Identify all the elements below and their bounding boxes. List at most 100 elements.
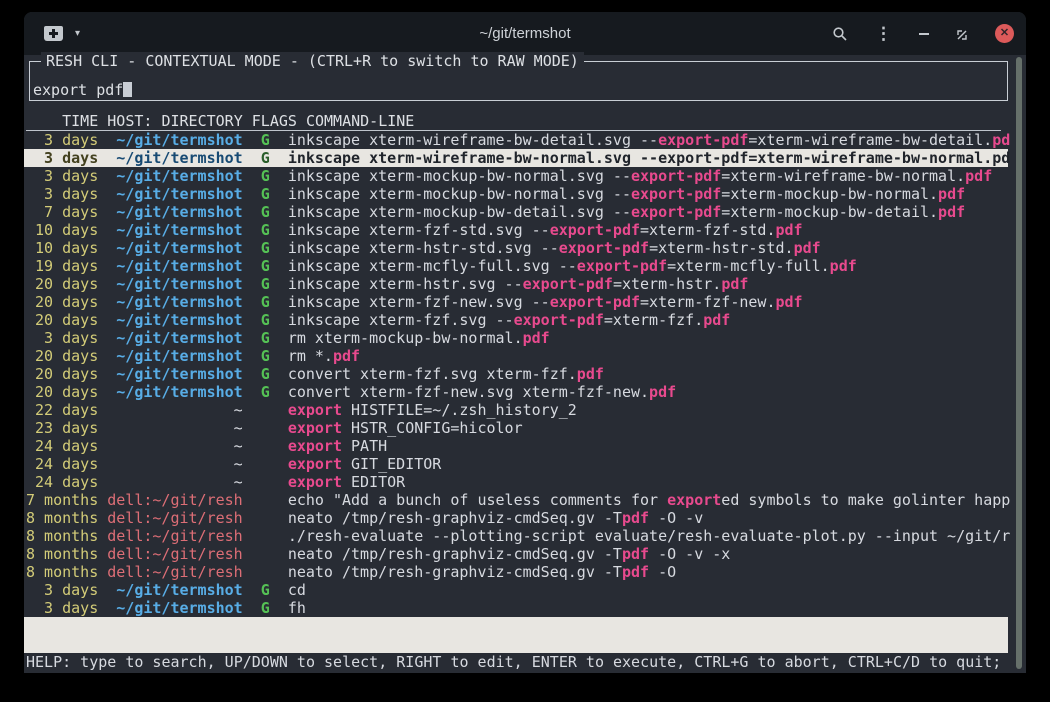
history-row[interactable]: 3 days~/git/termshotGinkscape xterm-mock… xyxy=(24,167,1008,185)
row-command: neato /tmp/resh-graphviz-cmdSeq.gv -Tpdf… xyxy=(288,545,731,563)
history-row-selected[interactable]: 3 days ~/git/termshot Ginkscape xterm-wire… xyxy=(24,149,1008,167)
row-time: 8 months xyxy=(26,545,98,563)
row-directory: ~/git/termshot xyxy=(107,311,242,329)
history-row[interactable]: 3 days~/git/termshotGfh xyxy=(24,599,1008,617)
history-row[interactable]: 3 days~/git/termshotGcd xyxy=(24,581,1008,599)
row-time: 23 days xyxy=(26,419,98,437)
row-time: 8 months xyxy=(26,527,98,545)
row-flags: G xyxy=(261,221,270,239)
history-row[interactable]: 20 days~/git/termshotGinkscape xterm-fzf… xyxy=(24,311,1008,329)
history-row[interactable]: 10 days~/git/termshotGinkscape xterm-hst… xyxy=(24,239,1008,257)
help-bar: HELP: type to search, UP/DOWN to select,… xyxy=(26,653,1001,671)
row-flags: G xyxy=(261,185,270,203)
row-command: export EDITOR xyxy=(288,473,405,491)
terminal-window: ▾ ~/git/termshot ⋮ ✕ RESH xyxy=(24,12,1026,673)
row-flags: G xyxy=(261,149,270,167)
row-time: 8 months xyxy=(26,509,98,527)
row-command: inkscape xterm-hstr.svg --export-pdf=xte… xyxy=(288,275,749,293)
search-input[interactable]: export pdf xyxy=(33,81,132,99)
row-time: 10 days xyxy=(26,239,98,257)
row-directory: dell:~/git/resh xyxy=(107,527,242,545)
row-command: inkscape xterm-fzf-std.svg --export-pdf=… xyxy=(288,221,803,239)
row-directory: ~/git/termshot xyxy=(107,203,242,221)
row-directory: ~/git/termshot xyxy=(107,149,242,167)
row-time: 22 days xyxy=(26,401,98,419)
history-row[interactable]: 3 days~/git/termshotGinkscape xterm-wire… xyxy=(24,131,1008,149)
row-directory: dell:~/git/resh xyxy=(107,563,242,581)
row-directory: ~/git/termshot xyxy=(107,383,242,401)
history-row[interactable]: 24 days~export EDITOR xyxy=(24,473,1008,491)
row-time: 20 days xyxy=(26,365,98,383)
row-time: 3 days xyxy=(26,149,98,167)
history-row[interactable]: 7 months dell:~/git/resh echo "Add a bunch… xyxy=(24,491,1008,509)
row-command: export HSTR_CONFIG=hicolor xyxy=(288,419,523,437)
titlebar: ▾ ~/git/termshot ⋮ ✕ xyxy=(24,12,1026,55)
row-time: 19 days xyxy=(26,257,98,275)
history-row[interactable]: 3 days~/git/termshotGrm xterm-mockup-bw-… xyxy=(24,329,1008,347)
history-row[interactable]: 24 days~export GIT_EDITOR xyxy=(24,455,1008,473)
history-row[interactable]: 8 months dell:~/git/resh ./resh-evaluate -… xyxy=(24,527,1008,545)
terminal-screen: RESH CLI - CONTEXTUAL MODE - (CTRL+R to … xyxy=(24,55,1026,673)
row-directory: ~/git/termshot xyxy=(107,293,242,311)
history-row[interactable]: 20 days~/git/termshotGinkscape xterm-hst… xyxy=(24,275,1008,293)
row-directory: ~/git/termshot xyxy=(107,275,242,293)
row-time: 20 days xyxy=(26,383,98,401)
row-command: ./resh-evaluate --plotting-script evalua… xyxy=(288,527,1010,545)
row-time: 7 months xyxy=(26,491,98,509)
history-row[interactable]: 8 monthsdell:~/git/reshneato /tmp/resh-g… xyxy=(24,563,1008,581)
row-directory: ~/git/termshot xyxy=(107,599,242,617)
history-row[interactable]: 23 days~export HSTR_CONFIG=hicolor xyxy=(24,419,1008,437)
row-time: 7 days xyxy=(26,203,98,221)
row-command: rm xterm-mockup-bw-normal.pdf xyxy=(288,329,550,347)
resh-search-panel: RESH CLI - CONTEXTUAL MODE - (CTRL+R to … xyxy=(29,61,1008,101)
row-directory: ~/git/termshot xyxy=(107,221,242,239)
history-row[interactable]: 20 days~/git/termshotGinkscape xterm-fzf… xyxy=(24,293,1008,311)
history-row[interactable]: 3 days~/git/termshotGinkscape xterm-mock… xyxy=(24,185,1008,203)
row-directory: ~/git/termshot xyxy=(107,329,242,347)
row-directory: ~ xyxy=(107,455,242,473)
history-table-header: TIME HOST: DIRECTORY FLAGS COMMAND-LINE xyxy=(26,112,1001,131)
history-row[interactable]: 8 monthsdell:~/git/reshneato /tmp/resh-g… xyxy=(24,545,1008,563)
row-time: 3 days xyxy=(26,599,98,617)
history-row[interactable]: 20 days~/git/termshotGrm *.pdf xyxy=(24,347,1008,365)
row-command: inkscape xterm-mockup-bw-detail.svg --ex… xyxy=(288,203,965,221)
history-row[interactable]: 8 monthsdell:~/git/reshneato /tmp/resh-g… xyxy=(24,509,1008,527)
close-icon[interactable]: ✕ xyxy=(995,24,1014,43)
row-directory: dell:~/git/resh xyxy=(107,491,242,509)
row-time: 24 days xyxy=(26,437,98,455)
history-row[interactable]: 22 days~export HISTFILE=~/.zsh_history_2 xyxy=(24,401,1008,419)
history-row[interactable]: 10 days ~/git/termshot Ginkscape xterm-fzf… xyxy=(24,221,1008,239)
row-directory: ~ xyxy=(107,473,242,491)
row-time: 10 days xyxy=(26,221,98,239)
row-flags: G xyxy=(261,203,270,221)
row-time: 3 days xyxy=(26,167,98,185)
search-query-text: export pdf xyxy=(33,81,123,99)
row-command: export PATH xyxy=(288,437,387,455)
search-icon[interactable] xyxy=(832,26,848,42)
row-command: inkscape xterm-mockup-bw-normal.svg --ex… xyxy=(288,185,965,203)
scrollbar[interactable] xyxy=(1016,57,1022,669)
row-time: 3 days xyxy=(26,581,98,599)
history-row[interactable]: 19 days~/git/termshotGinkscape xterm-mcf… xyxy=(24,257,1008,275)
history-row[interactable]: 20 days~/git/termshotGconvert xterm-fzf-… xyxy=(24,383,1008,401)
row-flags: G xyxy=(261,347,270,365)
row-command: inkscape xterm-wireframe-bw-normal.svg -… xyxy=(288,149,1010,167)
history-row[interactable]: 24 days~export PATH xyxy=(24,437,1008,455)
row-command: convert xterm-fzf-new.svg xterm-fzf-new.… xyxy=(288,383,676,401)
text-cursor xyxy=(123,82,132,97)
history-row[interactable]: 7 days ~/git/termshot Ginkscape xterm-mock… xyxy=(24,203,1008,221)
row-flags: G xyxy=(261,275,270,293)
row-command: neato /tmp/resh-graphviz-cmdSeq.gv -Tpdf… xyxy=(288,509,703,527)
row-time: 20 days xyxy=(26,293,98,311)
history-rows: 3 days ~/git/termshot Ginkscape xterm-wire… xyxy=(24,131,1008,617)
row-command: fh xyxy=(288,599,306,617)
minimize-icon[interactable] xyxy=(919,33,929,35)
history-row[interactable]: 20 days~/git/termshotGconvert xterm-fzf.… xyxy=(24,365,1008,383)
row-command: inkscape xterm-fzf-new.svg --export-pdf=… xyxy=(288,293,803,311)
row-flags: G xyxy=(261,311,270,329)
row-directory: ~/git/termshot xyxy=(107,257,242,275)
row-command: echo "Add a bunch of useless comments fo… xyxy=(288,491,1010,509)
restore-icon[interactable] xyxy=(956,28,968,40)
kebab-menu-icon[interactable]: ⋮ xyxy=(875,24,892,44)
row-time: 3 days xyxy=(26,329,98,347)
